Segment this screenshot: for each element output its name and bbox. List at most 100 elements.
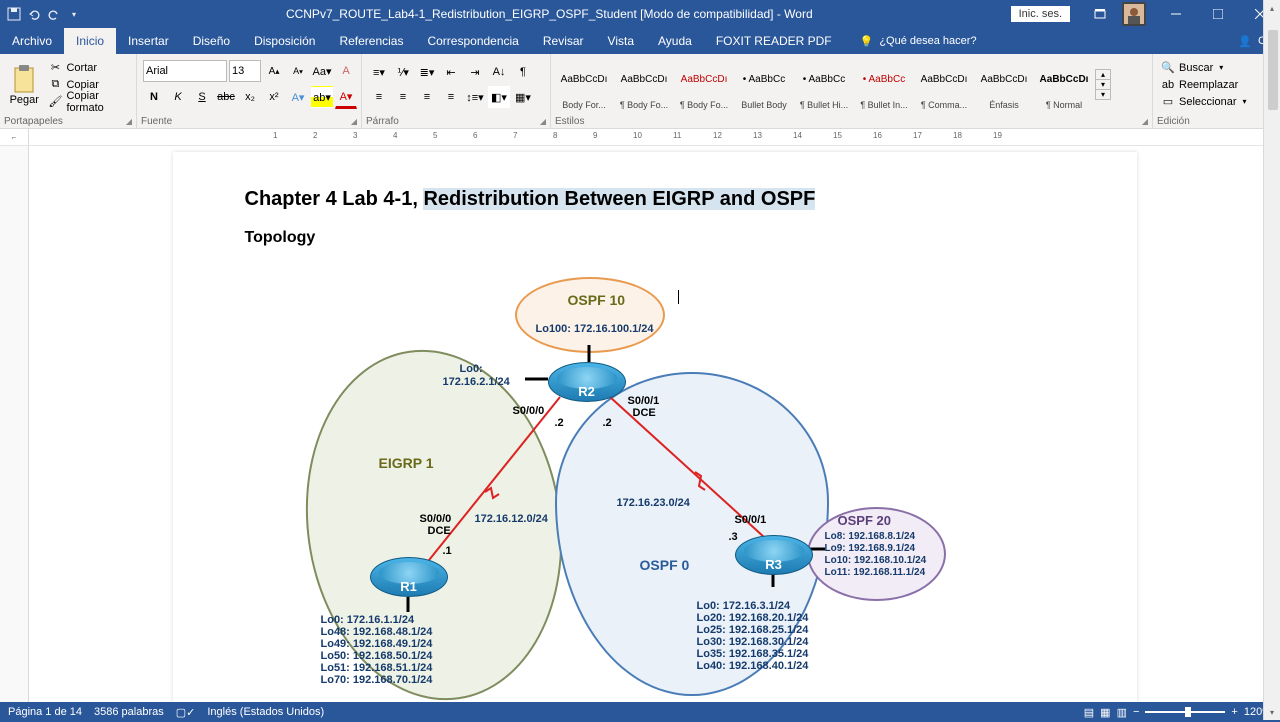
- maximize-button[interactable]: [1198, 0, 1238, 28]
- underline-button[interactable]: S: [191, 86, 213, 108]
- superscript-button[interactable]: x²: [263, 86, 285, 108]
- tab-home[interactable]: Inicio: [64, 28, 116, 54]
- clear-formatting-button[interactable]: A: [335, 60, 357, 82]
- tab-mailings[interactable]: Correspondencia: [415, 28, 530, 54]
- style-item[interactable]: • AaBbCcBullet Body: [735, 57, 793, 113]
- tell-me-search[interactable]: 💡 ¿Qué desea hacer?: [844, 28, 977, 54]
- tell-me-placeholder: ¿Qué desea hacer?: [879, 35, 976, 47]
- subscript-button[interactable]: x₂: [239, 86, 261, 108]
- italic-button[interactable]: K: [167, 86, 189, 108]
- view-web-icon[interactable]: ▥: [1117, 706, 1127, 719]
- bold-button[interactable]: N: [143, 86, 165, 108]
- scissors-icon: ✂: [48, 61, 62, 75]
- align-center-button[interactable]: ≡: [392, 86, 414, 108]
- align-left-button[interactable]: ≡: [368, 86, 390, 108]
- style-item[interactable]: • AaBbCc¶ Bullet Hi...: [795, 57, 853, 113]
- font-color-button[interactable]: A▾: [335, 85, 357, 109]
- line-spacing-button[interactable]: ↕≡▾: [464, 86, 486, 108]
- zoom-slider[interactable]: [1145, 711, 1225, 713]
- gallery-up-icon[interactable]: ▴: [1096, 70, 1110, 80]
- window-title: CCNPv7_ROUTE_Lab4-1_Redistribution_EIGRP…: [88, 7, 1011, 21]
- bullets-button[interactable]: ≡▾: [368, 61, 390, 83]
- sort-button[interactable]: A↓: [488, 61, 510, 83]
- horizontal-ruler[interactable]: ⌐ 12345678910111213141516171819: [0, 129, 1280, 146]
- user-avatar[interactable]: [1122, 2, 1146, 26]
- signin-button[interactable]: Inic. ses.: [1011, 6, 1070, 22]
- select-button[interactable]: ▭Seleccionar▾: [1161, 93, 1247, 110]
- cut-button[interactable]: ✂Cortar: [46, 59, 132, 76]
- qat-more-icon[interactable]: ▾: [66, 6, 82, 22]
- styles-gallery-scroll[interactable]: ▴ ▾ ▾: [1095, 69, 1111, 100]
- view-print-icon[interactable]: ▦: [1100, 706, 1110, 719]
- find-button[interactable]: 🔍Buscar▾: [1161, 59, 1247, 76]
- view-readmode-icon[interactable]: ▤: [1084, 706, 1094, 719]
- strikethrough-button[interactable]: abc: [215, 86, 237, 108]
- tab-insert[interactable]: Insertar: [116, 28, 181, 54]
- clipboard-label: Portapapeles: [4, 116, 63, 127]
- increase-indent-button[interactable]: ⇥: [464, 61, 486, 83]
- document-page: Chapter 4 Lab 4-1, Redistribution Betwee…: [173, 152, 1137, 702]
- multilevel-button[interactable]: ≣▾: [416, 61, 438, 83]
- font-size-select[interactable]: [229, 60, 261, 82]
- style-item[interactable]: AaBbCcDıBody For...: [555, 57, 613, 113]
- justify-button[interactable]: ≡: [440, 86, 462, 108]
- gallery-down-icon[interactable]: ▾: [1096, 80, 1110, 90]
- scroll-up-icon[interactable]: ▴: [1264, 0, 1280, 16]
- tab-file[interactable]: Archivo: [0, 28, 64, 54]
- ribbon-display-icon[interactable]: [1080, 0, 1120, 28]
- undo-icon[interactable]: [26, 6, 42, 22]
- paragraph-launcher[interactable]: ◢: [540, 117, 546, 126]
- zoom-out-button[interactable]: −: [1133, 706, 1139, 718]
- save-icon[interactable]: [6, 6, 22, 22]
- borders-button[interactable]: ▦▾: [512, 86, 534, 108]
- font-launcher[interactable]: ◢: [351, 117, 357, 126]
- style-item[interactable]: AaBbCcDıÉnfasis: [975, 57, 1033, 113]
- status-language[interactable]: Inglés (Estados Unidos): [207, 706, 324, 718]
- replace-button[interactable]: abReemplazar: [1161, 76, 1247, 93]
- pilcrow-button[interactable]: ¶: [512, 61, 534, 83]
- change-case-button[interactable]: Aa▾: [311, 60, 333, 82]
- styles-launcher[interactable]: ◢: [1142, 117, 1148, 126]
- vertical-ruler[interactable]: [0, 146, 29, 702]
- scroll-thumb[interactable]: [1268, 30, 1278, 110]
- status-word-count[interactable]: 3586 palabras: [94, 706, 164, 718]
- style-item[interactable]: AaBbCcDı¶ Normal: [1035, 57, 1093, 113]
- decrease-font-button[interactable]: A▾: [287, 60, 309, 82]
- highlight-button[interactable]: ab▾: [311, 86, 333, 108]
- gallery-more-icon[interactable]: ▾: [1096, 90, 1110, 99]
- format-painter-button[interactable]: 🖌Copiar formato: [46, 93, 132, 110]
- style-item[interactable]: AaBbCcDı¶ Body Fo...: [615, 57, 673, 113]
- tab-references[interactable]: Referencias: [327, 28, 415, 54]
- tab-view[interactable]: Vista: [596, 28, 646, 54]
- numbering-button[interactable]: ⅟▾: [392, 61, 414, 83]
- clipboard-launcher[interactable]: ◢: [126, 117, 132, 126]
- redo-icon[interactable]: [46, 6, 62, 22]
- style-item[interactable]: AaBbCcDı¶ Body Fo...: [675, 57, 733, 113]
- tab-foxit[interactable]: FOXIT READER PDF: [704, 28, 844, 54]
- tab-design[interactable]: Diseño: [181, 28, 242, 54]
- font-name-select[interactable]: [143, 60, 227, 82]
- style-item[interactable]: • AaBbCc¶ Bullet In...: [855, 57, 913, 113]
- tab-layout[interactable]: Disposición: [242, 28, 327, 54]
- eigrp-label: EIGRP 1: [379, 455, 434, 471]
- r2-s000: S0/0/0: [513, 405, 545, 417]
- minimize-button[interactable]: [1156, 0, 1196, 28]
- status-page[interactable]: Página 1 de 14: [8, 706, 82, 718]
- spellcheck-icon[interactable]: ▢✓: [176, 706, 196, 719]
- brush-icon: 🖌: [48, 95, 62, 109]
- decrease-indent-button[interactable]: ⇤: [440, 61, 462, 83]
- tab-review[interactable]: Revisar: [531, 28, 596, 54]
- style-item[interactable]: AaBbCcDı¶ Comma...: [915, 57, 973, 113]
- text-effects-button[interactable]: A▾: [287, 86, 309, 108]
- page-viewport[interactable]: Chapter 4 Lab 4-1, Redistribution Betwee…: [29, 146, 1280, 702]
- r2-lo0a: Lo0:: [460, 363, 483, 375]
- zoom-in-button[interactable]: +: [1231, 706, 1237, 718]
- paste-button[interactable]: Pegar: [4, 62, 44, 108]
- vertical-scrollbar[interactable]: ▴ ▾: [1263, 0, 1280, 720]
- align-right-button[interactable]: ≡: [416, 86, 438, 108]
- clipboard-icon: [11, 64, 37, 94]
- scroll-down-icon[interactable]: ▾: [1264, 704, 1280, 720]
- tab-help[interactable]: Ayuda: [646, 28, 704, 54]
- shading-button[interactable]: ◧▾: [488, 86, 510, 108]
- increase-font-button[interactable]: A▴: [263, 60, 285, 82]
